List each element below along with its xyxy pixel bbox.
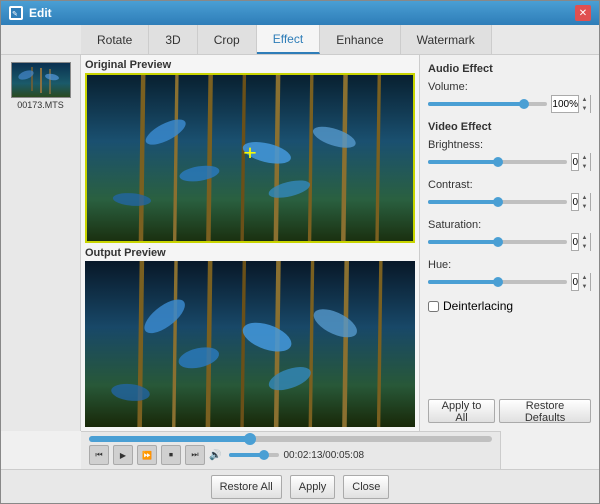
audio-effect-title: Audio Effect [428, 63, 591, 75]
contrast-label: Contrast: [428, 179, 591, 191]
volume-slider[interactable] [428, 102, 547, 106]
fast-forward-button[interactable]: ⏩ [137, 445, 157, 465]
hue-slider-row: 0 ▲ ▼ [428, 273, 591, 291]
output-section [85, 261, 415, 427]
output-preview [85, 261, 415, 427]
volume-up-button[interactable]: ▲ [579, 95, 590, 104]
volume-bar[interactable] [229, 453, 279, 457]
contrast-row: Contrast: 0 ▲ ▼ [428, 179, 591, 211]
tab-watermark[interactable]: Watermark [401, 25, 492, 54]
volume-spinner[interactable]: 100% ▲ ▼ [551, 95, 591, 113]
deinterlacing-label: Deinterlacing [443, 299, 513, 313]
volume-down-button[interactable]: ▼ [579, 104, 590, 113]
tab-crop[interactable]: Crop [198, 25, 257, 54]
saturation-row: Saturation: 0 ▲ ▼ [428, 219, 591, 251]
brightness-down-button[interactable]: ▼ [579, 162, 590, 171]
brightness-up-button[interactable]: ▲ [579, 153, 590, 162]
close-button[interactable]: Close [343, 475, 389, 499]
file-item[interactable]: 00173.MTS [5, 59, 76, 113]
volume-slider-row: 100% ▲ ▼ [428, 95, 591, 113]
restore-all-button[interactable]: Restore All [211, 475, 282, 499]
file-thumbnail [11, 62, 71, 98]
restore-defaults-button[interactable]: Restore Defaults [499, 399, 591, 423]
tab-3d[interactable]: 3D [149, 25, 197, 54]
output-preview-label: Output Preview [85, 247, 415, 259]
volume-row: Volume: 100% ▲ ▼ [428, 81, 591, 113]
hue-spinner[interactable]: 0 ▲ ▼ [571, 273, 591, 291]
volume-value: 100% [552, 99, 578, 110]
apply-button[interactable]: Apply [290, 475, 336, 499]
hue-row: Hue: 0 ▲ ▼ [428, 259, 591, 291]
content-area: 00173.MTS Original Preview [1, 55, 599, 431]
hue-label: Hue: [428, 259, 591, 271]
file-name: 00173.MTS [17, 100, 64, 110]
saturation-slider[interactable] [428, 240, 567, 244]
window-title: Edit [29, 6, 52, 20]
original-preview-label: Original Preview [85, 59, 415, 71]
svg-text:✎: ✎ [12, 11, 18, 18]
contrast-slider-row: 0 ▲ ▼ [428, 193, 591, 211]
right-panel: Audio Effect Volume: 100% ▲ ▼ [419, 55, 599, 431]
bottom-bar: Restore All Apply Close [1, 469, 599, 503]
video-effect-title: Video Effect [428, 121, 591, 133]
saturation-down-button[interactable]: ▼ [579, 242, 590, 251]
title-bar-left: ✎ Edit [9, 6, 52, 20]
time-display: 00:02:13/00:05:08 [283, 450, 364, 461]
edit-window: ✎ Edit ✕ Rotate 3D Crop Effect Enhance W… [0, 0, 600, 504]
hue-up-button[interactable]: ▲ [579, 273, 590, 282]
brightness-label: Brightness: [428, 139, 591, 151]
contrast-slider[interactable] [428, 200, 567, 204]
skip-end-button[interactable]: ⏭ [185, 445, 205, 465]
brightness-slider-row: 0 ▲ ▼ [428, 153, 591, 171]
saturation-slider-row: 0 ▲ ▼ [428, 233, 591, 251]
hue-down-button[interactable]: ▼ [579, 282, 590, 291]
tab-effect[interactable]: Effect [257, 25, 320, 54]
saturation-spinner[interactable]: 0 ▲ ▼ [571, 233, 591, 251]
app-icon: ✎ [9, 6, 23, 20]
volume-label: Volume: [428, 81, 591, 93]
title-bar: ✎ Edit ✕ [1, 1, 599, 25]
main-preview: Original Preview [81, 55, 419, 431]
deinterlacing-checkbox[interactable] [428, 301, 439, 312]
apply-to-all-button[interactable]: Apply to All [428, 399, 495, 423]
brightness-spinner-arrows[interactable]: ▲ ▼ [578, 153, 590, 171]
skip-back-button[interactable]: ⏮ [89, 445, 109, 465]
volume-spinner-arrows[interactable]: ▲ ▼ [578, 95, 590, 113]
hue-slider[interactable] [428, 280, 567, 284]
stop-button[interactable]: ⏹ [161, 445, 181, 465]
deinterlacing-row: Deinterlacing [428, 299, 591, 313]
hue-spinner-arrows[interactable]: ▲ ▼ [578, 273, 590, 291]
saturation-label: Saturation: [428, 219, 591, 231]
contrast-spinner[interactable]: 0 ▲ ▼ [571, 193, 591, 211]
tab-bar: Rotate 3D Crop Effect Enhance Watermark [1, 25, 599, 55]
file-list-panel: 00173.MTS [1, 55, 81, 431]
tab-enhance[interactable]: Enhance [320, 25, 400, 54]
close-window-button[interactable]: ✕ [575, 5, 591, 21]
contrast-spinner-arrows[interactable]: ▲ ▼ [578, 193, 590, 211]
brightness-row: Brightness: 0 ▲ ▼ [428, 139, 591, 171]
tab-rotate[interactable]: Rotate [81, 25, 149, 54]
right-bottom-buttons: Apply to All Restore Defaults [428, 391, 591, 423]
contrast-down-button[interactable]: ▼ [579, 202, 590, 211]
brightness-spinner[interactable]: 0 ▲ ▼ [571, 153, 591, 171]
saturation-up-button[interactable]: ▲ [579, 233, 590, 242]
saturation-spinner-arrows[interactable]: ▲ ▼ [578, 233, 590, 251]
play-button[interactable]: ▶ [113, 445, 133, 465]
brightness-slider[interactable] [428, 160, 567, 164]
contrast-up-button[interactable]: ▲ [579, 193, 590, 202]
original-preview [85, 73, 415, 243]
volume-icon: 🔊 [209, 450, 221, 461]
progress-bar[interactable] [89, 436, 492, 442]
